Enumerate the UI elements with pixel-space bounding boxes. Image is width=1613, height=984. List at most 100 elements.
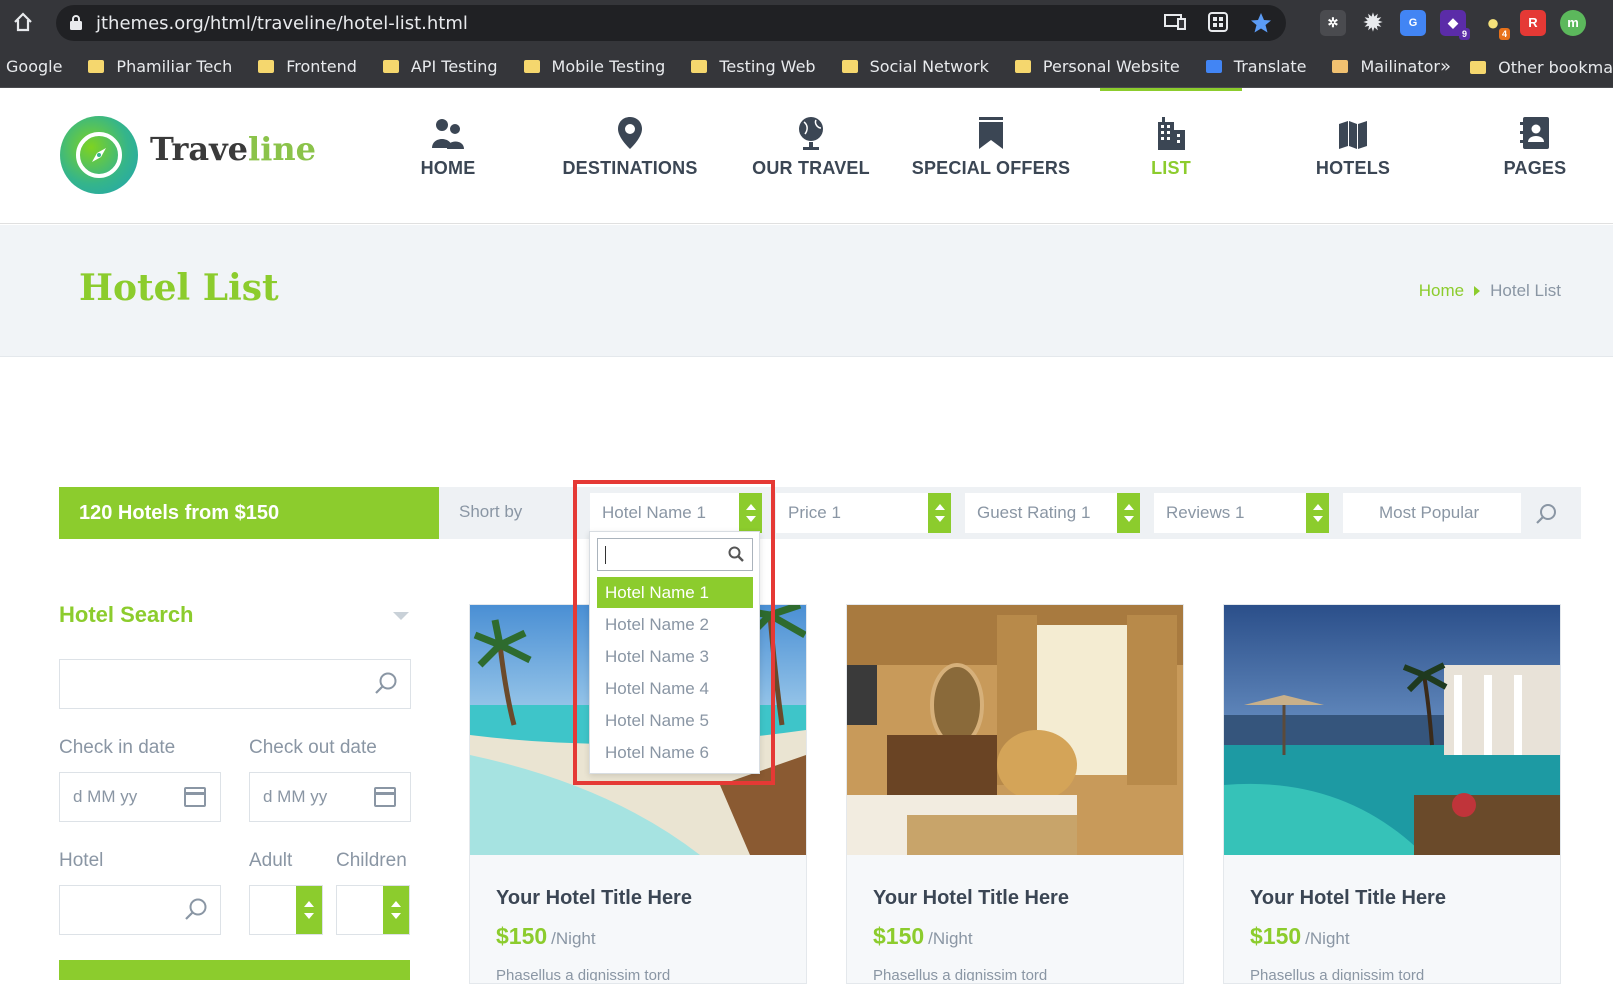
address-bar[interactable]: jthemes.org/html/traveline/hotel-list.ht… xyxy=(56,5,1286,41)
bookmark-label: Mobile Testing xyxy=(551,57,666,76)
card-price: $150/Night xyxy=(496,923,596,950)
bookmark-label: Other bookma xyxy=(1498,57,1613,77)
card-description: Phasellus a dignissim tord xyxy=(496,967,671,981)
reviews-select[interactable]: Reviews 1 xyxy=(1154,493,1329,533)
nav-destinations[interactable]: DESTINATIONS xyxy=(545,110,715,179)
checkout-date-field[interactable]: d MM yy xyxy=(249,772,411,822)
nav-label: HOME xyxy=(420,158,476,178)
translate-icon[interactable]: G xyxy=(1400,10,1426,36)
calendar-icon[interactable] xyxy=(374,787,396,807)
bookmark-api-testing[interactable]: API Testing xyxy=(382,57,498,76)
search-icon xyxy=(184,897,208,926)
cast-icon[interactable] xyxy=(1164,12,1186,39)
price-unit: /Night xyxy=(1305,929,1350,948)
extension-purple-icon[interactable]: ◆ 9 xyxy=(1440,10,1470,40)
bookmark-google[interactable]: Google xyxy=(6,57,62,76)
bookmark-mailinator[interactable]: Mailinator xyxy=(1332,57,1440,76)
url-text[interactable]: jthemes.org/html/traveline/hotel-list.ht… xyxy=(96,13,468,34)
hotel-card[interactable]: Your Hotel Title Here $150/Night Phasell… xyxy=(846,604,1184,984)
nav-list[interactable]: LIST xyxy=(1086,110,1256,179)
select-value: Most Popular xyxy=(1379,503,1480,522)
card-title[interactable]: Your Hotel Title Here xyxy=(496,887,692,910)
folder-icon xyxy=(841,60,858,73)
card-description: Phasellus a dignissim tord xyxy=(1250,967,1425,981)
bookmark-label: Translate xyxy=(1233,57,1307,76)
hotel-count-badge: 120 Hotels from $150 xyxy=(59,487,450,539)
search-button[interactable] xyxy=(59,960,410,980)
card-title[interactable]: Your Hotel Title Here xyxy=(1250,887,1446,910)
apps-grid-icon[interactable] xyxy=(1208,12,1228,39)
stepper-arrows-icon[interactable] xyxy=(383,886,409,934)
card-price: $150/Night xyxy=(1250,923,1350,950)
children-stepper[interactable] xyxy=(336,885,410,935)
nav-pages[interactable]: PAGES xyxy=(1450,110,1613,179)
bookmark-personal-website[interactable]: Personal Website xyxy=(1014,57,1180,76)
children-label: Children xyxy=(336,850,407,871)
nav-home[interactable]: HOME xyxy=(363,110,533,179)
folder-icon xyxy=(88,60,105,73)
adult-stepper[interactable] xyxy=(249,885,323,935)
bookmark-translate[interactable]: Translate xyxy=(1205,57,1307,76)
browser-toolbar: jthemes.org/html/traveline/hotel-list.ht… xyxy=(0,0,1613,46)
other-bookmarks[interactable]: Other bookma xyxy=(1470,46,1613,88)
select-value: Guest Rating 1 xyxy=(977,503,1091,522)
nav-our-travel[interactable]: OUR TRAVEL xyxy=(726,110,896,179)
most-popular-select[interactable]: Most Popular xyxy=(1343,493,1521,533)
bookmark-label: Testing Web xyxy=(719,57,816,76)
puzzle-icon[interactable]: ✲ xyxy=(1320,10,1346,36)
lightbulb-icon[interactable]: ● 4 xyxy=(1480,10,1510,40)
folder-icon xyxy=(523,60,540,73)
breadcrumb: Home Hotel List xyxy=(1419,281,1561,301)
logo[interactable] xyxy=(60,116,138,194)
hotel-card[interactable]: Your Hotel Title Here $150/Night Phasell… xyxy=(1223,604,1561,984)
bookmarks-overflow-button[interactable]: » xyxy=(1440,56,1451,77)
folder-icon xyxy=(382,60,399,73)
nav-label: LIST xyxy=(1151,158,1191,178)
nav-hotels[interactable]: HOTELS xyxy=(1268,110,1438,179)
bookmark-social-network[interactable]: Social Network xyxy=(841,57,989,76)
checkin-label: Check in date xyxy=(59,737,176,758)
checkin-date-field[interactable]: d MM yy xyxy=(59,772,221,822)
building-icon xyxy=(1086,110,1256,150)
card-title[interactable]: Your Hotel Title Here xyxy=(873,887,1069,910)
logo-text[interactable]: Traveline xyxy=(150,130,316,168)
extension-red-icon[interactable]: R xyxy=(1520,10,1546,36)
nav-label: OUR TRAVEL xyxy=(752,158,870,178)
globe-icon xyxy=(726,110,896,150)
page-title-band: Hotel List Home Hotel List xyxy=(0,225,1613,357)
contact-book-icon xyxy=(1450,110,1613,150)
folder-icon xyxy=(691,60,708,73)
folder-icon xyxy=(258,60,275,73)
guest-rating-select[interactable]: Guest Rating 1 xyxy=(965,493,1140,533)
hotel-search-input[interactable] xyxy=(59,659,411,709)
breadcrumb-home-link[interactable]: Home xyxy=(1419,281,1464,301)
extension-green-icon[interactable]: m xyxy=(1560,10,1586,36)
logo-text-main: Trave xyxy=(150,130,249,168)
stepper-arrows-icon[interactable] xyxy=(296,886,322,934)
nav-special-offers[interactable]: SPECIAL OFFERS xyxy=(906,110,1076,179)
price-select[interactable]: Price 1 xyxy=(776,493,951,533)
calendar-icon[interactable] xyxy=(184,787,206,807)
bookmark-frontend[interactable]: Frontend xyxy=(258,57,357,76)
star-icon[interactable] xyxy=(1250,12,1272,39)
bookmark-label: Frontend xyxy=(286,57,357,76)
hotel-search-title[interactable]: Hotel Search xyxy=(59,602,194,628)
compass-icon xyxy=(76,132,122,178)
home-icon[interactable] xyxy=(12,11,36,35)
hotel-input[interactable] xyxy=(59,885,221,935)
bookmark-mobile-testing[interactable]: Mobile Testing xyxy=(523,57,666,76)
price-unit: /Night xyxy=(928,929,973,948)
collapse-triangle-icon[interactable] xyxy=(393,612,409,620)
price-value: $150 xyxy=(873,923,925,949)
hotel-label: Hotel xyxy=(59,850,104,871)
bookmark-phamiliar-tech[interactable]: Phamiliar Tech xyxy=(88,57,232,76)
hotel-room-image[interactable] xyxy=(847,605,1183,855)
gear-icon[interactable]: ✹ xyxy=(1360,10,1386,36)
search-icon[interactable] xyxy=(1535,503,1557,530)
bookmarks-bar: Google Phamiliar Tech Frontend API Testi… xyxy=(0,46,1613,88)
nav-active-indicator xyxy=(1100,88,1242,91)
bookmark-testing-web[interactable]: Testing Web xyxy=(691,57,816,76)
date-placeholder: d MM yy xyxy=(263,787,328,806)
search-icon xyxy=(374,671,398,700)
resort-pool-image[interactable] xyxy=(1224,605,1560,855)
